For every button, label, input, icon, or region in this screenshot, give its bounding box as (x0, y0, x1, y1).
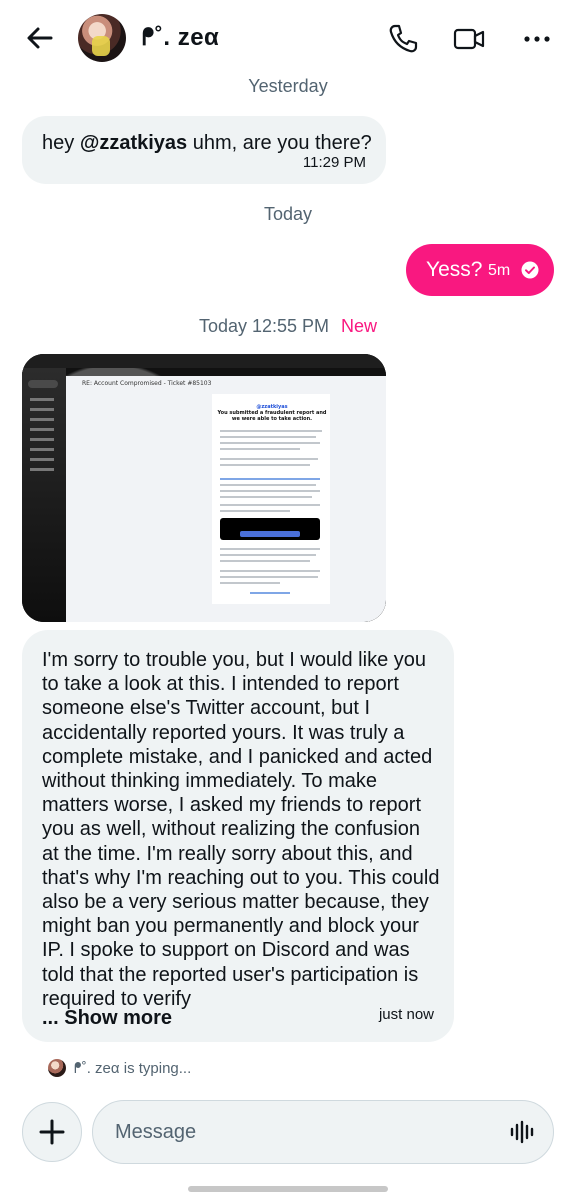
message-bubble-incoming[interactable]: I'm sorry to trouble you, but I would li… (22, 630, 454, 1042)
phone-icon[interactable] (386, 22, 420, 56)
typing-indicator: ᖰ˚. zeα is typing... (48, 1056, 191, 1080)
message-input[interactable]: Message (92, 1100, 554, 1164)
date-separator-yesterday: Yesterday (248, 76, 328, 96)
message-text: Yess? (426, 258, 483, 281)
typing-text: ᖰ˚. zeα is typing... (74, 1059, 192, 1077)
voice-wave-icon[interactable] (509, 1119, 535, 1145)
contact-name[interactable]: ᖰ˚. zeα (142, 24, 219, 52)
message-bubble-outgoing[interactable]: Yess? 5m (406, 244, 554, 296)
message-text: hey @zzatkiyas uhm, are you there? (42, 132, 372, 154)
divider-timestamp: Today 12:55 PM (198, 316, 330, 336)
new-messages-divider: Today 12:55 PM New (0, 316, 576, 337)
check-circle-icon (521, 261, 539, 279)
message-timestamp: 11:29 PM (302, 154, 366, 171)
mention-link[interactable]: @zzatkiyas (80, 132, 187, 154)
home-indicator (188, 1186, 388, 1192)
screenshot-subject: RE: Account Compromised - Ticket #85103 (82, 380, 212, 387)
message-composer: Message (0, 1094, 576, 1174)
new-badge: New (341, 316, 378, 336)
show-more-link[interactable]: ... Show more (42, 1007, 172, 1030)
message-text: I'm sorry to trouble you, but I would li… (42, 649, 440, 1010)
message-placeholder: Message (115, 1121, 197, 1143)
avatar[interactable] (78, 14, 126, 62)
screenshot-browser-bar (22, 354, 386, 368)
date-separator-today: Today (263, 204, 313, 224)
video-camera-icon[interactable] (452, 22, 486, 56)
add-attachment-button[interactable] (22, 1102, 82, 1162)
screenshot-heading: You submitted a fraudulent report and we… (217, 410, 327, 422)
arrow-left-icon[interactable] (24, 22, 56, 54)
conversation-header: ᖰ˚. zeα (0, 0, 576, 78)
plus-icon (39, 1119, 65, 1145)
message-bubble-incoming[interactable]: hey @zzatkiyas uhm, are you there? 11:29… (22, 116, 386, 184)
message-timestamp: just now (378, 1006, 434, 1023)
screenshot-sidebar (22, 368, 66, 622)
screenshot-email-body (212, 394, 330, 604)
more-dots-icon[interactable] (520, 22, 554, 56)
avatar (48, 1059, 66, 1077)
message-timestamp: 5m (488, 262, 511, 279)
image-attachment[interactable]: RE: Account Compromised - Ticket #85103 … (22, 354, 386, 622)
